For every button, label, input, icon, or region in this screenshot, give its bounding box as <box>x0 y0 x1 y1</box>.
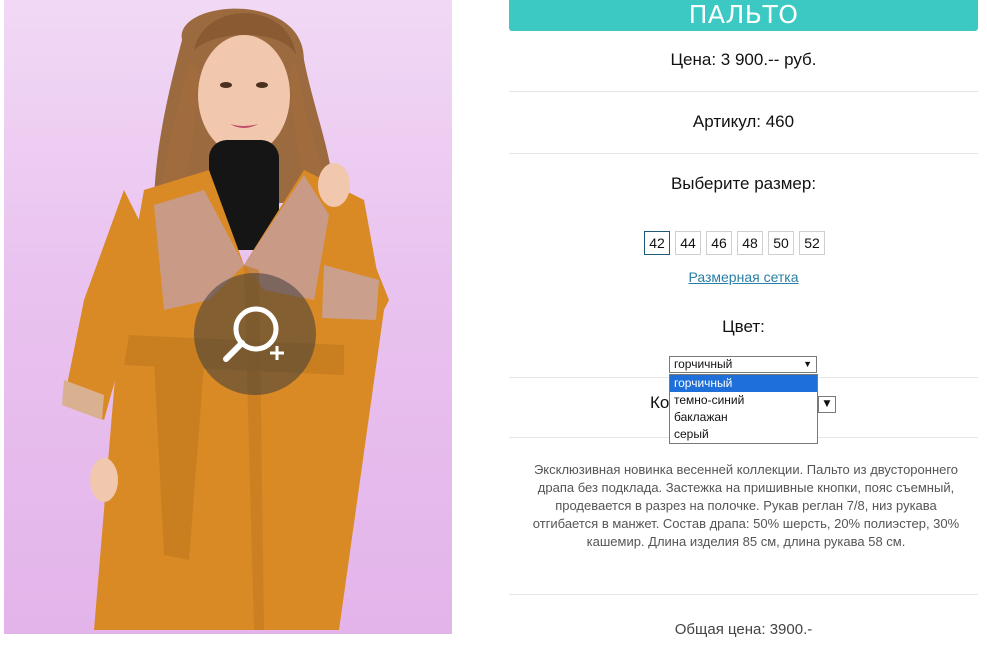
color-label: Цвет: <box>722 317 765 336</box>
color-select-value: горчичный <box>674 357 733 371</box>
size-option-52[interactable]: 52 <box>799 231 825 255</box>
divider <box>509 594 978 595</box>
quantity-select[interactable]: ▼ <box>818 396 836 413</box>
size-option-42[interactable]: 42 <box>644 231 670 255</box>
divider <box>509 153 978 154</box>
divider <box>509 91 978 92</box>
color-option-eggplant[interactable]: баклажан <box>670 409 817 426</box>
quantity-label: Ко <box>650 393 670 412</box>
product-description: Эксклюзивная новинка весенней коллекции.… <box>532 462 960 549</box>
color-option-gray[interactable]: серый <box>670 426 817 443</box>
color-dropdown-list: горчичный темно-синий баклажан серый <box>669 374 818 444</box>
price-text: Цена: 3 900.-- руб. <box>670 50 817 69</box>
color-option-navy[interactable]: темно-синий <box>670 392 817 409</box>
choose-size-label: Выберите размер: <box>670 174 817 193</box>
color-select[interactable]: горчичный ▼ <box>669 356 817 373</box>
size-selector: 42 44 46 48 50 52 <box>644 231 825 255</box>
size-option-48[interactable]: 48 <box>737 231 763 255</box>
color-option-mustard[interactable]: горчичный <box>670 375 817 392</box>
zoom-button[interactable] <box>194 273 316 395</box>
size-chart-link[interactable]: Размерная сетка <box>509 269 978 285</box>
size-option-50[interactable]: 50 <box>768 231 794 255</box>
total-price: Общая цена: 3900.- <box>674 621 813 638</box>
product-title: ПАЛЬТО <box>509 0 978 31</box>
triangle-down-icon: ▼ <box>803 359 812 369</box>
size-option-44[interactable]: 44 <box>675 231 701 255</box>
product-photo[interactable] <box>4 0 452 634</box>
triangle-down-icon: ▼ <box>823 399 831 409</box>
size-option-46[interactable]: 46 <box>706 231 732 255</box>
article-text: Артикул: 460 <box>692 112 795 131</box>
